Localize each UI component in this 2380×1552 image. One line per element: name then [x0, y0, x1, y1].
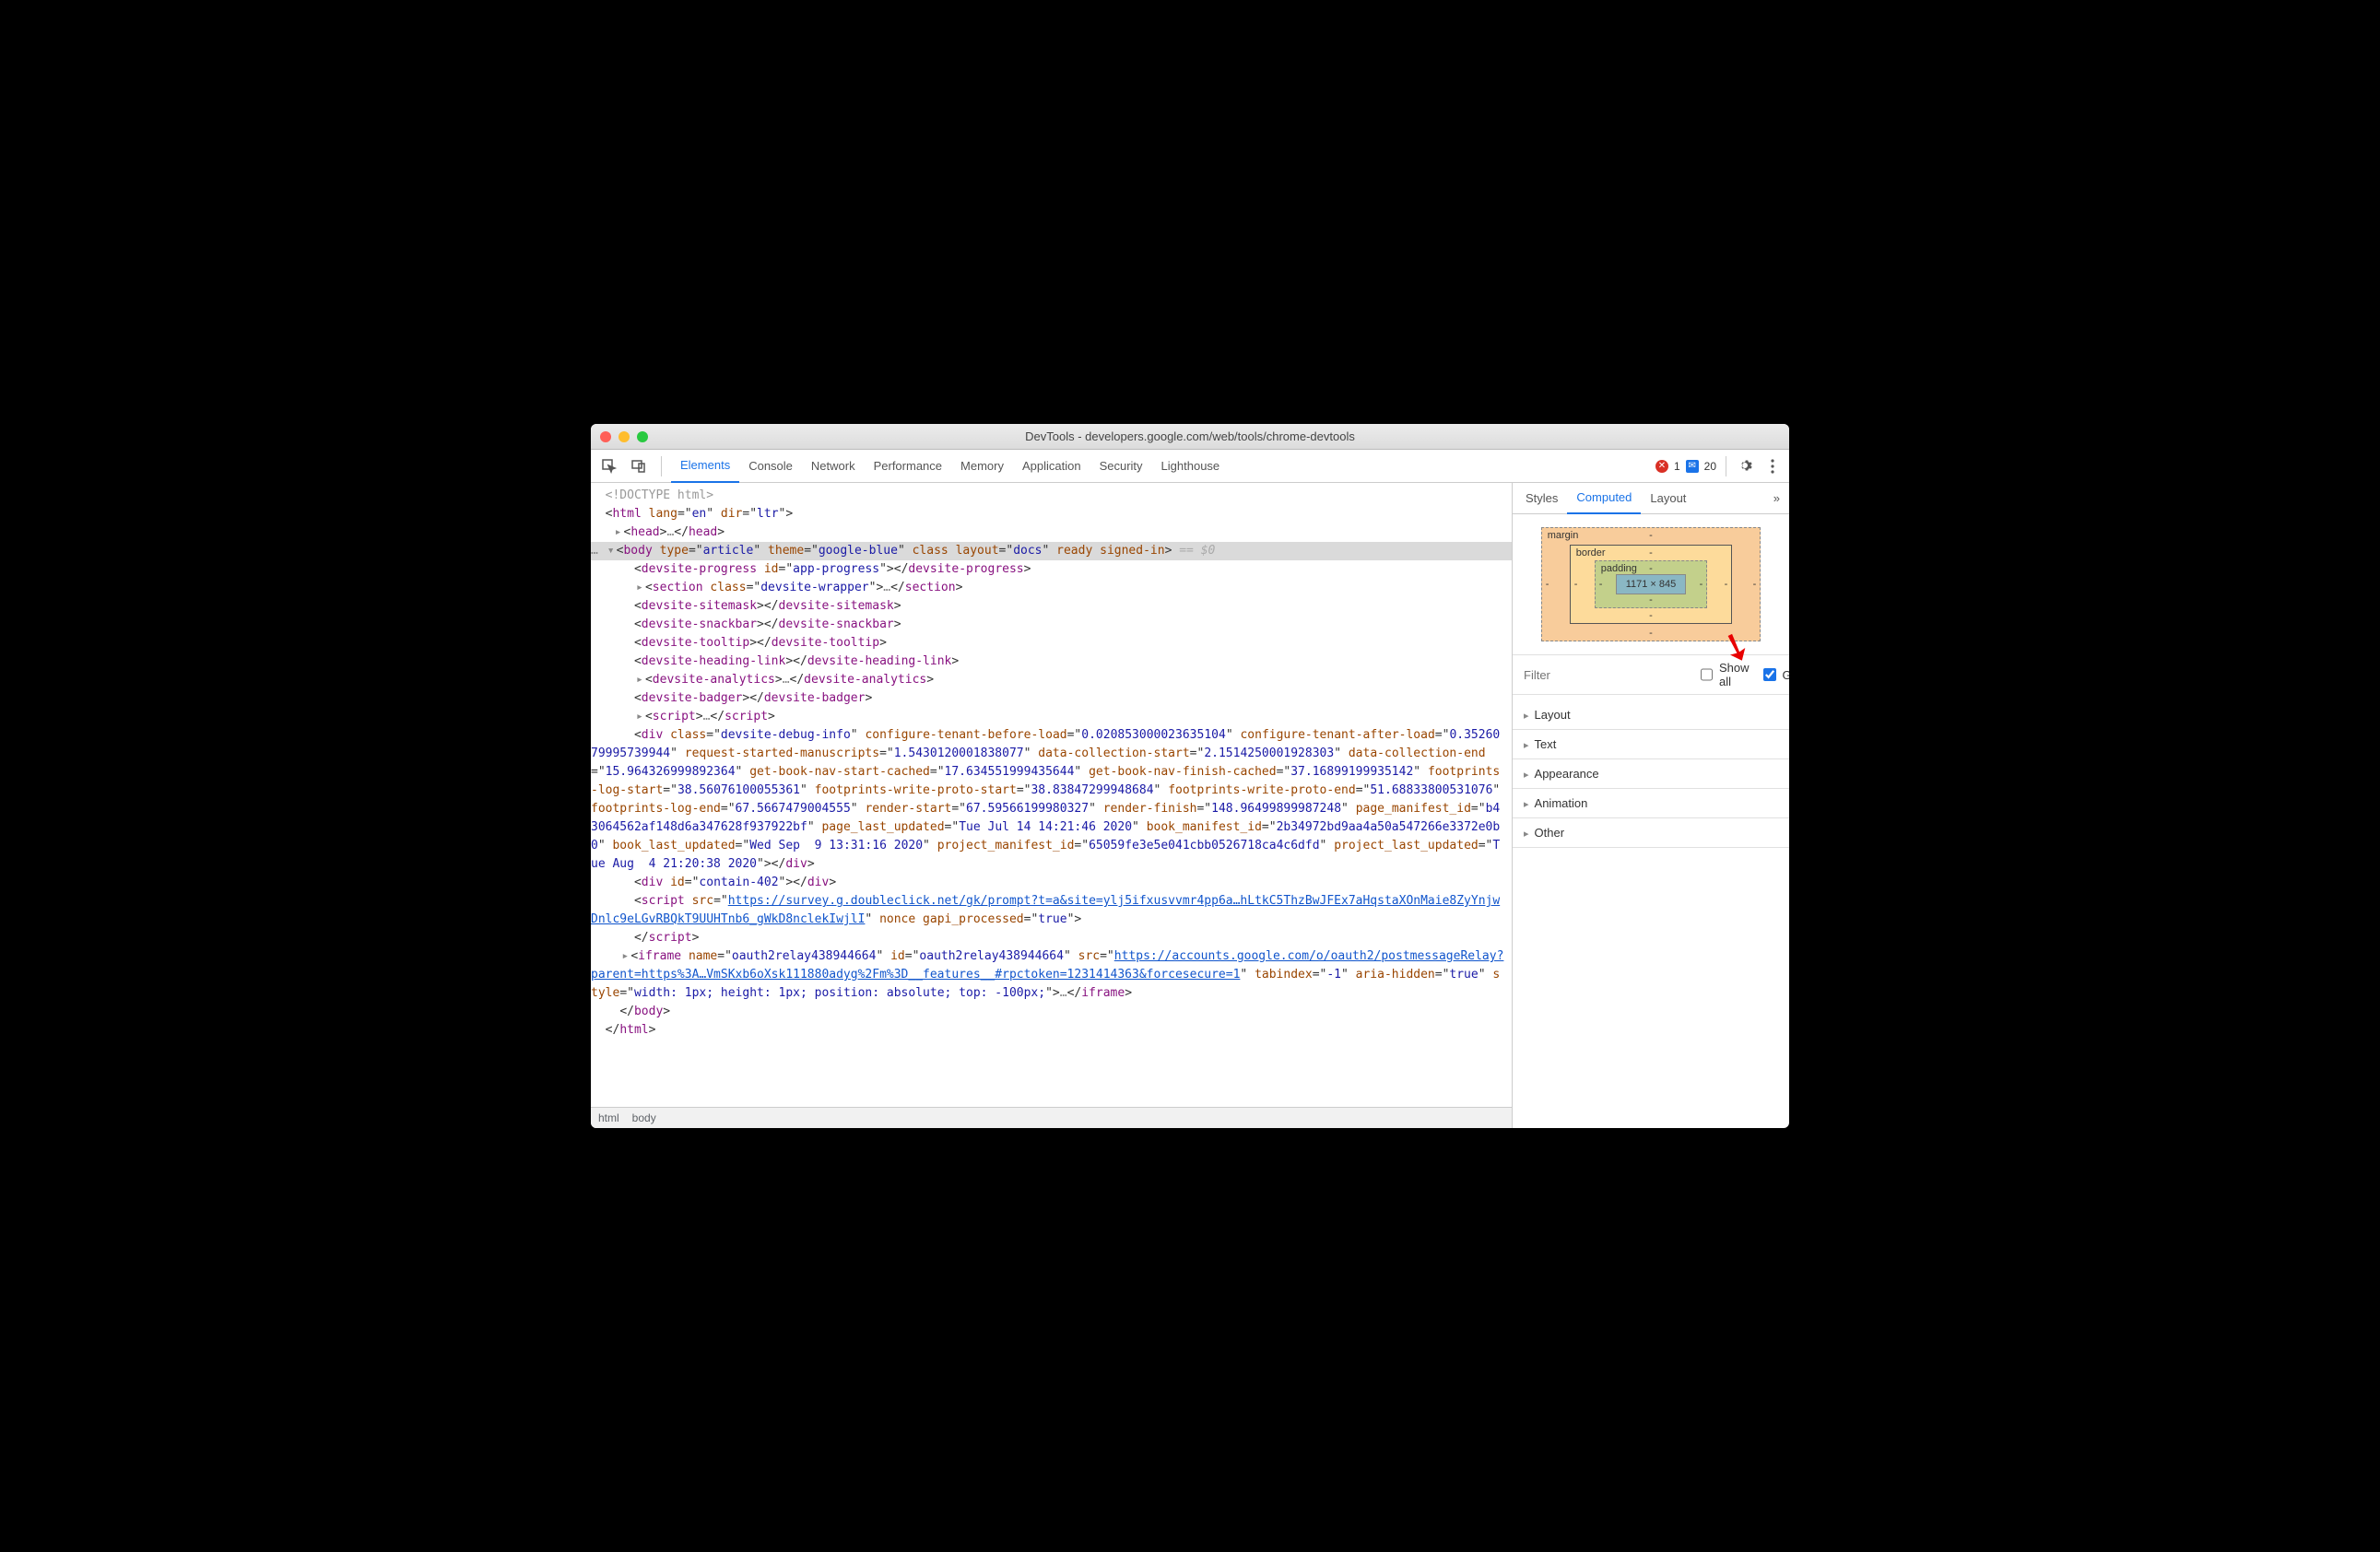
- computed-group-text[interactable]: Text: [1513, 730, 1789, 759]
- message-count: 20: [1704, 460, 1716, 473]
- tab-console[interactable]: Console: [739, 450, 802, 483]
- zoom-window-icon[interactable]: [637, 431, 648, 442]
- inspect-element-icon[interactable]: [596, 450, 622, 483]
- tab-lighthouse[interactable]: Lighthouse: [1152, 450, 1230, 483]
- computed-group-layout[interactable]: Layout: [1513, 700, 1789, 730]
- computed-group-animation[interactable]: Animation: [1513, 789, 1789, 818]
- window-title: DevTools - developers.google.com/web/too…: [591, 429, 1789, 443]
- group-checkbox[interactable]: Group: [1760, 665, 1789, 684]
- breadcrumb-html[interactable]: html: [598, 1111, 619, 1124]
- sidebar: StylesComputedLayout » margin - - - - bo…: [1513, 483, 1789, 1128]
- main-panel-tabs: ElementsConsoleNetworkPerformanceMemoryA…: [671, 450, 1229, 483]
- box-model-margin[interactable]: margin - - - - border - - - - padding -: [1541, 527, 1761, 641]
- settings-icon[interactable]: [1736, 450, 1758, 483]
- tab-application[interactable]: Application: [1013, 450, 1090, 483]
- devtools-window: DevTools - developers.google.com/web/too…: [591, 424, 1789, 1128]
- sidebar-tab-computed[interactable]: Computed: [1567, 483, 1641, 514]
- device-toggle-icon[interactable]: [626, 450, 652, 483]
- computed-filter-row: ➘ Show all Group: [1513, 654, 1789, 695]
- toolbar-divider: [661, 456, 662, 476]
- sidebar-more-tabs-icon[interactable]: »: [1768, 491, 1785, 505]
- box-model-diagram: margin - - - - border - - - - padding -: [1513, 514, 1789, 654]
- computed-group-other[interactable]: Other: [1513, 818, 1789, 848]
- window-controls: [591, 431, 648, 442]
- tab-security[interactable]: Security: [1090, 450, 1152, 483]
- box-model-border[interactable]: border - - - - padding - - - - 1171 × 84…: [1570, 545, 1733, 624]
- computed-groups: LayoutTextAppearanceAnimationOther: [1513, 695, 1789, 853]
- minimize-window-icon[interactable]: [619, 431, 630, 442]
- tab-performance[interactable]: Performance: [865, 450, 951, 483]
- breadcrumb-body[interactable]: body: [632, 1111, 656, 1124]
- filter-input[interactable]: [1522, 667, 1688, 683]
- more-options-icon[interactable]: [1761, 450, 1784, 483]
- error-count: 1: [1674, 460, 1680, 473]
- sidebar-tabs: StylesComputedLayout »: [1513, 483, 1789, 514]
- dom-tree[interactable]: <!DOCTYPE html> <html lang="en" dir="ltr…: [591, 483, 1512, 1107]
- breadcrumb-bar: html body: [591, 1107, 1512, 1128]
- main-area: <!DOCTYPE html> <html lang="en" dir="ltr…: [591, 483, 1789, 1128]
- border-label: border: [1576, 547, 1606, 558]
- error-icon: ✕: [1655, 460, 1668, 473]
- box-model-padding[interactable]: padding - - - - 1171 × 845: [1595, 560, 1708, 608]
- tab-memory[interactable]: Memory: [951, 450, 1013, 483]
- margin-label: margin: [1548, 530, 1579, 541]
- message-icon: ✉: [1686, 460, 1699, 473]
- tab-elements[interactable]: Elements: [671, 450, 739, 483]
- elements-panel: <!DOCTYPE html> <html lang="en" dir="ltr…: [591, 483, 1513, 1128]
- devtools-toolbar: ElementsConsoleNetworkPerformanceMemoryA…: [591, 450, 1789, 483]
- sidebar-tab-layout[interactable]: Layout: [1641, 483, 1695, 514]
- close-window-icon[interactable]: [600, 431, 611, 442]
- show-all-checkbox[interactable]: Show all: [1697, 661, 1750, 688]
- window-titlebar: DevTools - developers.google.com/web/too…: [591, 424, 1789, 450]
- computed-group-appearance[interactable]: Appearance: [1513, 759, 1789, 789]
- box-model-content[interactable]: 1171 × 845: [1616, 574, 1687, 594]
- sidebar-tab-styles[interactable]: Styles: [1516, 483, 1567, 514]
- tab-network[interactable]: Network: [802, 450, 865, 483]
- console-counters[interactable]: ✕ 1 ✉ 20: [1655, 460, 1716, 473]
- padding-label: padding: [1601, 563, 1637, 574]
